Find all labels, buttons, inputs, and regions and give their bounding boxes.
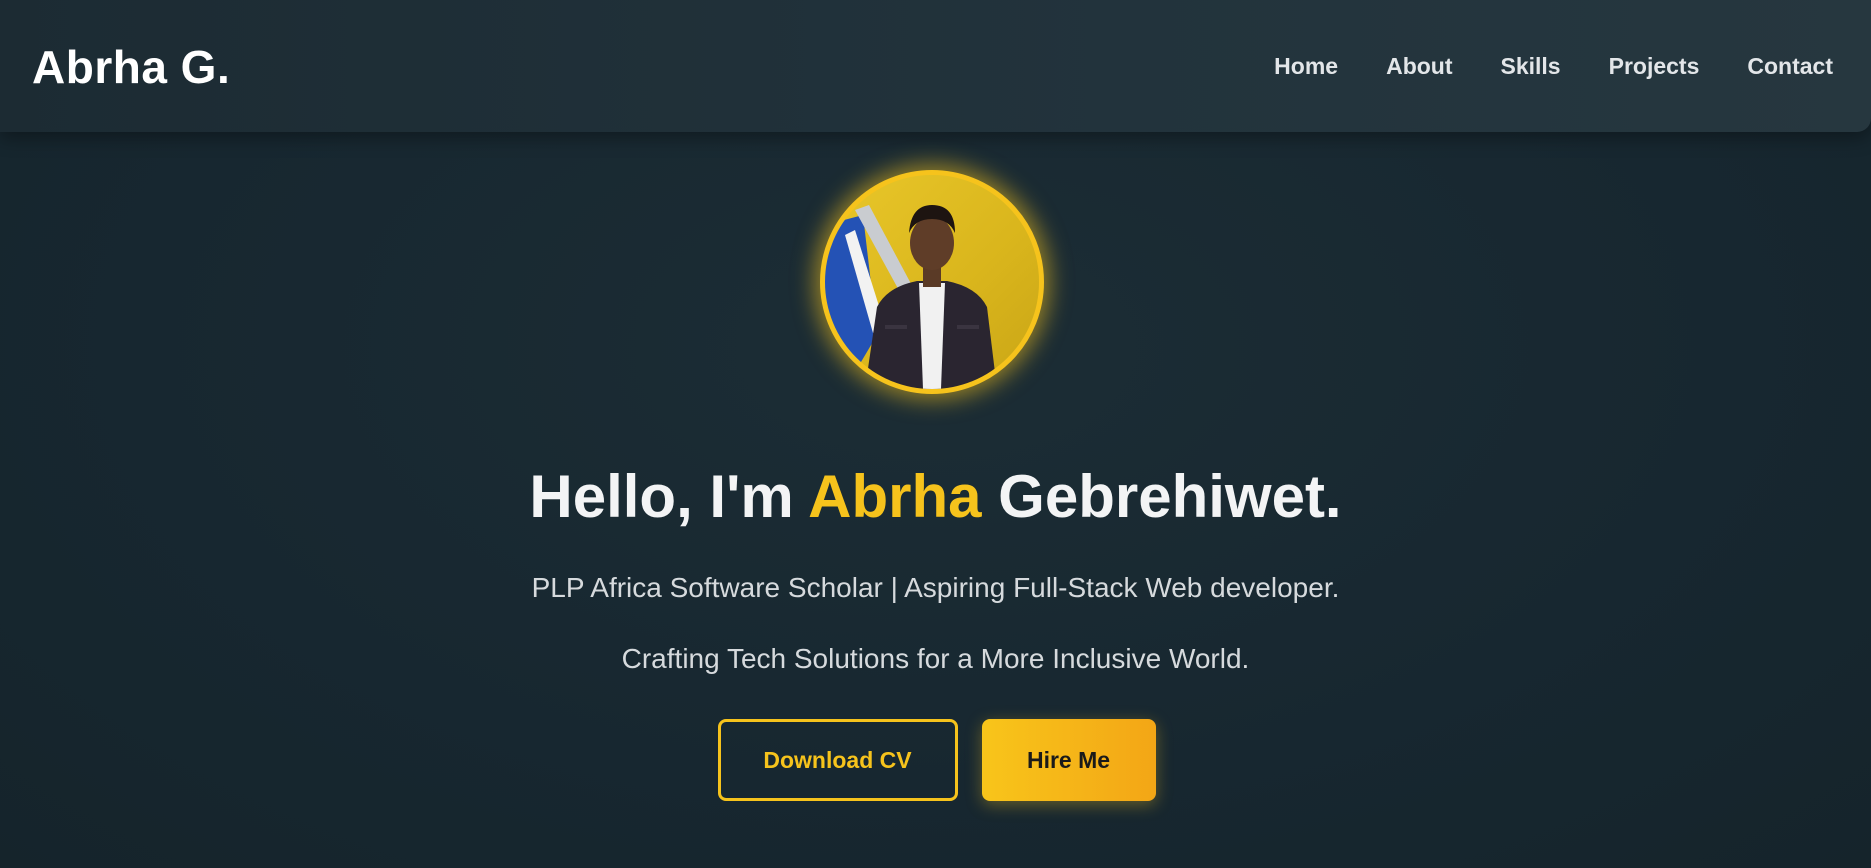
hero-heading: Hello, I'm Abrha Gebrehiwet.	[0, 462, 1871, 531]
brand-logo[interactable]: Abrha G.	[32, 40, 230, 94]
hero-section: Hello, I'm Abrha Gebrehiwet. PLP Africa …	[0, 132, 1871, 868]
hero-subtitle: PLP Africa Software Scholar | Aspiring F…	[531, 572, 1340, 603]
download-cv-button[interactable]: Download CV	[717, 719, 958, 801]
nav-menu: Home About Skills Projects Contact	[1274, 53, 1833, 80]
nav-link-projects[interactable]: Projects	[1609, 53, 1700, 80]
profile-photo	[825, 175, 1039, 389]
heading-name-highlight: Abrha	[808, 463, 982, 530]
heading-suffix: Gebrehiwet.	[981, 463, 1342, 530]
nav-link-about[interactable]: About	[1386, 53, 1452, 80]
hero-tagline: Crafting Tech Solutions for a More Inclu…	[621, 643, 1250, 674]
profile-avatar	[820, 170, 1044, 394]
heading-prefix: Hello, I'm	[529, 463, 809, 530]
nav-link-skills[interactable]: Skills	[1501, 53, 1561, 80]
nav-link-home[interactable]: Home	[1274, 53, 1338, 80]
hire-me-button[interactable]: Hire Me	[981, 719, 1156, 801]
hero-buttons: Download CV Hire Me	[0, 719, 1871, 801]
navbar: Abrha G. Home About Skills Projects Cont…	[0, 0, 1871, 132]
nav-link-contact[interactable]: Contact	[1747, 53, 1833, 80]
